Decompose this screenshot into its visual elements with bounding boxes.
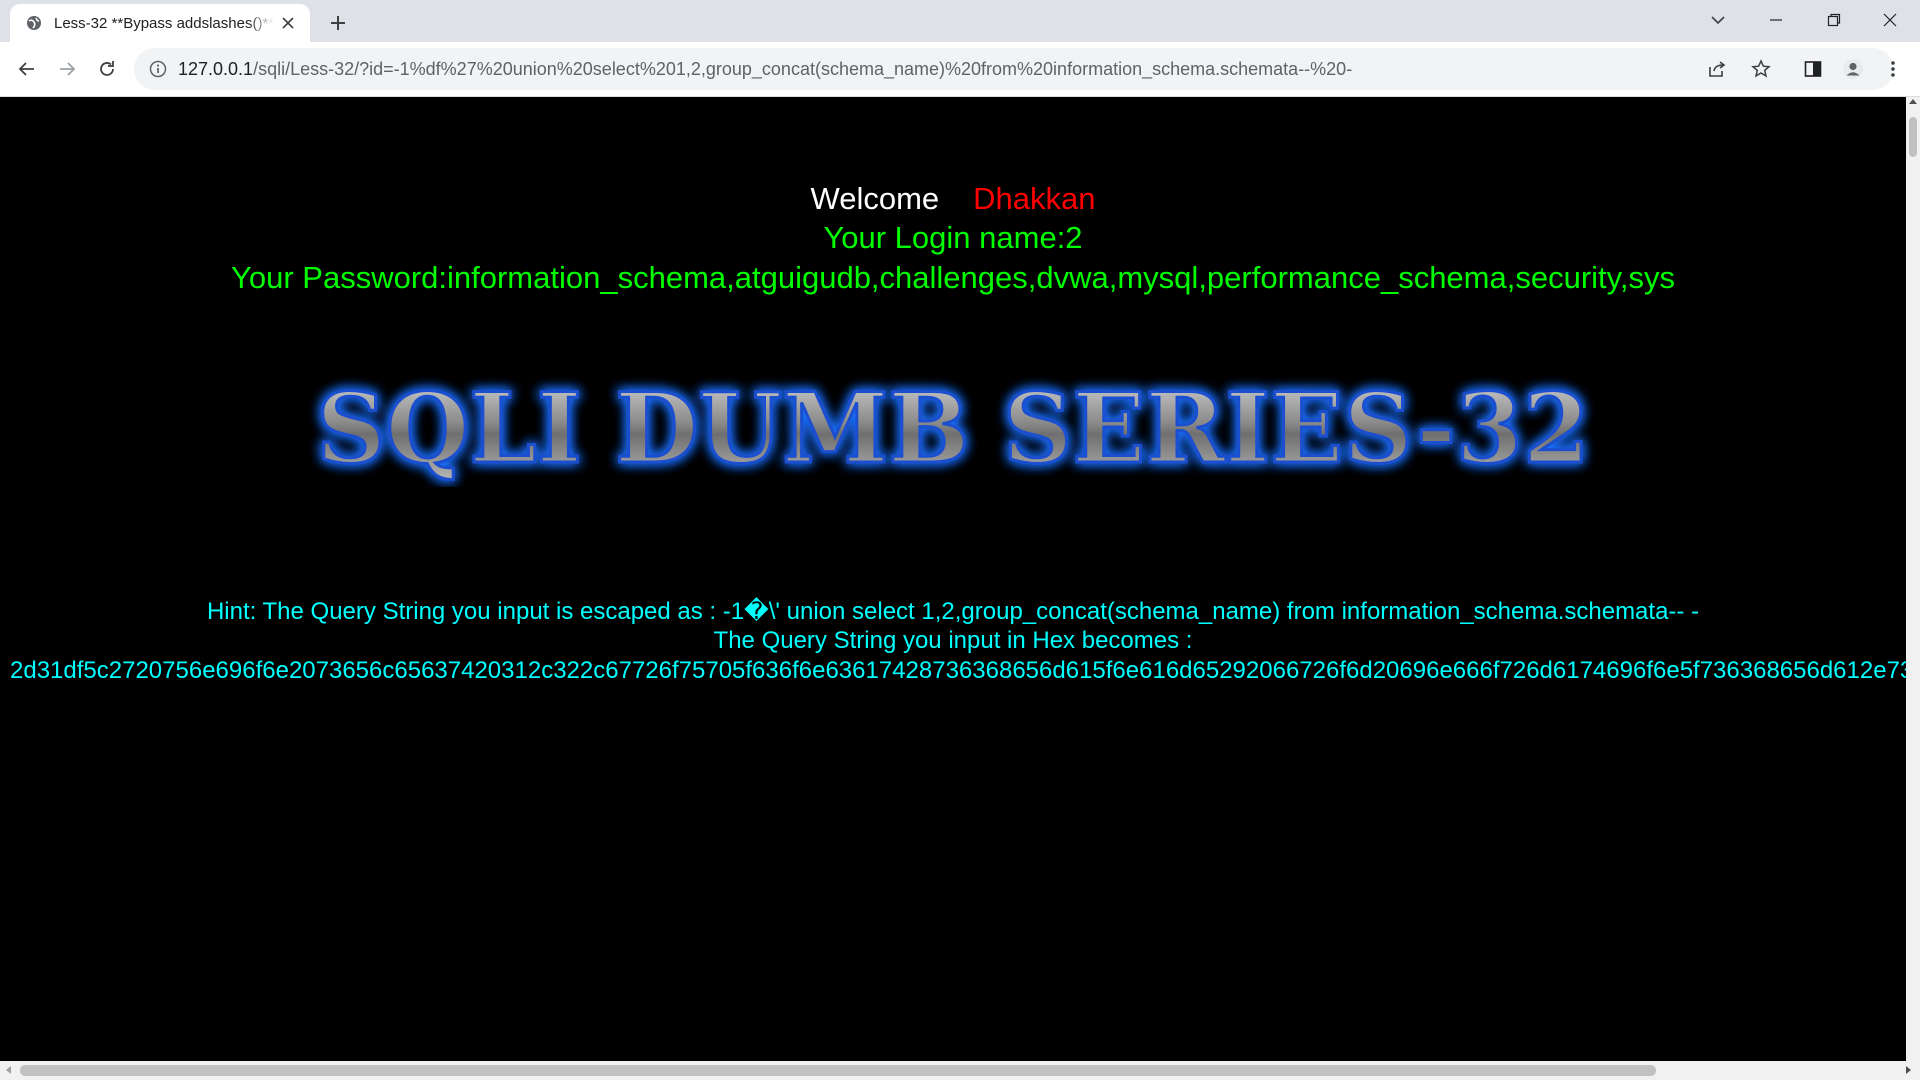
- browser-tab[interactable]: Less-32 **Bypass addslashes()**: [10, 4, 310, 42]
- minimize-icon: [1770, 19, 1782, 21]
- horizontal-scroll-thumb[interactable]: [20, 1065, 1656, 1076]
- url-path: /sqli/Less-32/?id=-1%df%27%20union%20sel…: [253, 59, 1353, 79]
- vertical-scroll-thumb[interactable]: [1909, 117, 1917, 157]
- hint-line: Hint: The Query String you input is esca…: [206, 598, 1700, 625]
- plus-icon: [331, 16, 345, 30]
- side-panel-icon: [1804, 61, 1822, 77]
- horizontal-scrollbar[interactable]: [0, 1061, 1920, 1080]
- kebab-menu-icon: [1891, 61, 1895, 77]
- welcome-name: Dhakkan: [973, 181, 1096, 216]
- welcome-label: Welcome: [810, 181, 940, 216]
- share-icon[interactable]: [1706, 58, 1728, 80]
- scroll-up-icon[interactable]: [1909, 99, 1917, 104]
- reload-button[interactable]: [92, 54, 122, 84]
- side-panel-button[interactable]: [1798, 54, 1828, 84]
- login-name-line: Your Login name:2: [823, 220, 1083, 255]
- star-icon[interactable]: [1750, 58, 1772, 80]
- page-content: Welcome Dhakkan Your Login name:2 Your Pa…: [0, 97, 1906, 1061]
- url-text[interactable]: 127.0.0.1/sqli/Less-32/?id=-1%df%27%20un…: [178, 59, 1352, 80]
- welcome-line: Welcome Dhakkan: [0, 181, 1906, 217]
- close-icon: [1883, 13, 1897, 27]
- minimize-button[interactable]: [1748, 0, 1804, 40]
- hex-value: 2d31df5c2720756e696f6e2073656c6563742031…: [10, 657, 1906, 684]
- series-banner-image: SQLI DUMB SERIES-32: [315, 371, 1591, 487]
- tab-title: Less-32 **Bypass addslashes()**: [54, 14, 274, 32]
- window-close-button[interactable]: [1862, 0, 1918, 40]
- arrow-right-icon: [60, 62, 76, 76]
- hex-label: The Query String you input in Hex become…: [713, 627, 1193, 654]
- url-host: 127.0.0.1: [178, 59, 254, 79]
- vertical-scrollbar[interactable]: [1906, 97, 1920, 1061]
- reload-icon: [100, 61, 114, 76]
- profile-button[interactable]: [1838, 54, 1868, 84]
- close-icon[interactable]: [278, 13, 298, 33]
- avatar-icon: [1843, 59, 1863, 79]
- banner-text: SQLI DUMB SERIES-32: [316, 372, 1589, 485]
- browser-toolbar: 127.0.0.1/sqli/Less-32/?id=-1%df%27%20un…: [0, 42, 1920, 97]
- tab-strip: Less-32 **Bypass addslashes()**: [0, 0, 1920, 42]
- address-bar[interactable]: 127.0.0.1/sqli/Less-32/?id=-1%df%27%20un…: [134, 48, 1894, 90]
- back-button[interactable]: [12, 54, 42, 84]
- scroll-right-icon[interactable]: [1906, 1066, 1911, 1074]
- series-banner: SQLI DUMB SERIES-32: [0, 367, 1906, 487]
- arrow-left-icon: [18, 62, 34, 76]
- forward-button[interactable]: [52, 54, 82, 84]
- new-tab-button[interactable]: [324, 9, 352, 37]
- password-line: Your Password:information_schema,atguigu…: [231, 260, 1675, 295]
- menu-button[interactable]: [1878, 54, 1908, 84]
- info-icon[interactable]: [148, 59, 168, 79]
- tab-search-button[interactable]: [1690, 0, 1746, 40]
- scroll-left-icon[interactable]: [6, 1066, 11, 1074]
- chevron-down-icon: [1711, 16, 1725, 25]
- restore-button[interactable]: [1806, 0, 1862, 40]
- globe-icon: [26, 15, 42, 31]
- restore-icon: [1827, 13, 1841, 27]
